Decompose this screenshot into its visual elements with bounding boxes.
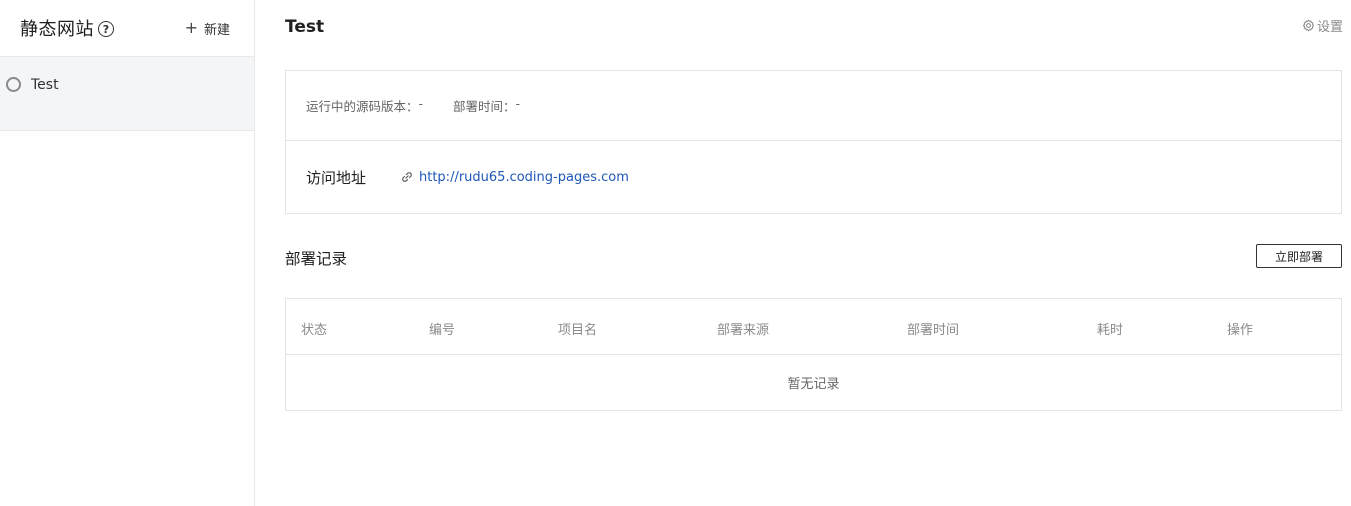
sidebar-title-group: 静态网站 ? — [20, 15, 114, 41]
deploy-now-button[interactable]: 立即部署 — [1256, 244, 1342, 268]
deployment-info-card: 运行中的源码版本： - 部署时间： - 访问地址 http://rudu65.c… — [285, 70, 1342, 214]
settings-button[interactable]: 设置 — [1302, 16, 1343, 35]
deployment-status-row: 运行中的源码版本： - 部署时间： - — [286, 71, 1341, 141]
sidebar-item-label: Test — [31, 76, 59, 93]
table-header: 状态 编号 项目名 部署来源 部署时间 耗时 操作 — [286, 299, 1341, 355]
column-number: 编号 — [429, 323, 456, 338]
deploy-time: 部署时间： - — [453, 96, 520, 115]
main-content: Test 设置 运行中的源码版本： - 部署时间： - 访问地址 http://… — [256, 0, 1351, 506]
gear-icon — [1302, 19, 1315, 32]
status-ring-icon — [6, 77, 21, 92]
sidebar-header: 静态网站 ? + 新建 — [0, 0, 254, 57]
deploy-time-label: 部署时间： — [453, 99, 516, 114]
page-title: Test — [285, 17, 325, 37]
source-version-label: 运行中的源码版本： — [306, 99, 419, 114]
access-url-link[interactable]: http://rudu65.coding-pages.com — [419, 170, 629, 185]
column-deploy-time: 部署时间 — [907, 323, 960, 338]
plus-icon: + — [184, 18, 198, 37]
column-actions: 操作 — [1227, 323, 1254, 338]
deploy-time-value: - — [515, 96, 521, 111]
settings-label: 设置 — [1316, 20, 1343, 35]
empty-state: 暂无记录 — [787, 377, 840, 392]
access-url-label: 访问地址 — [306, 168, 367, 187]
deploy-records-table: 状态 编号 项目名 部署来源 部署时间 耗时 操作 暂无记录 — [285, 298, 1342, 411]
new-site-button[interactable]: + 新建 — [185, 19, 230, 38]
column-duration: 耗时 — [1097, 323, 1124, 338]
help-icon[interactable]: ? — [98, 21, 114, 37]
column-project-name: 项目名 — [558, 323, 598, 338]
column-deploy-source: 部署来源 — [717, 323, 770, 338]
access-url-row: 访问地址 http://rudu65.coding-pages.com — [286, 141, 1341, 213]
deploy-records-title: 部署记录 — [285, 250, 348, 268]
column-status: 状态 — [301, 323, 328, 338]
source-version-value: - — [418, 96, 424, 111]
sidebar-item-test[interactable]: Test — [0, 57, 254, 131]
link-icon — [402, 172, 412, 182]
new-site-label: 新建 — [203, 22, 230, 38]
source-version: 运行中的源码版本： - — [306, 96, 423, 115]
sidebar-title: 静态网站 — [20, 19, 94, 40]
sidebar: 静态网站 ? + 新建 Test — [0, 0, 255, 506]
